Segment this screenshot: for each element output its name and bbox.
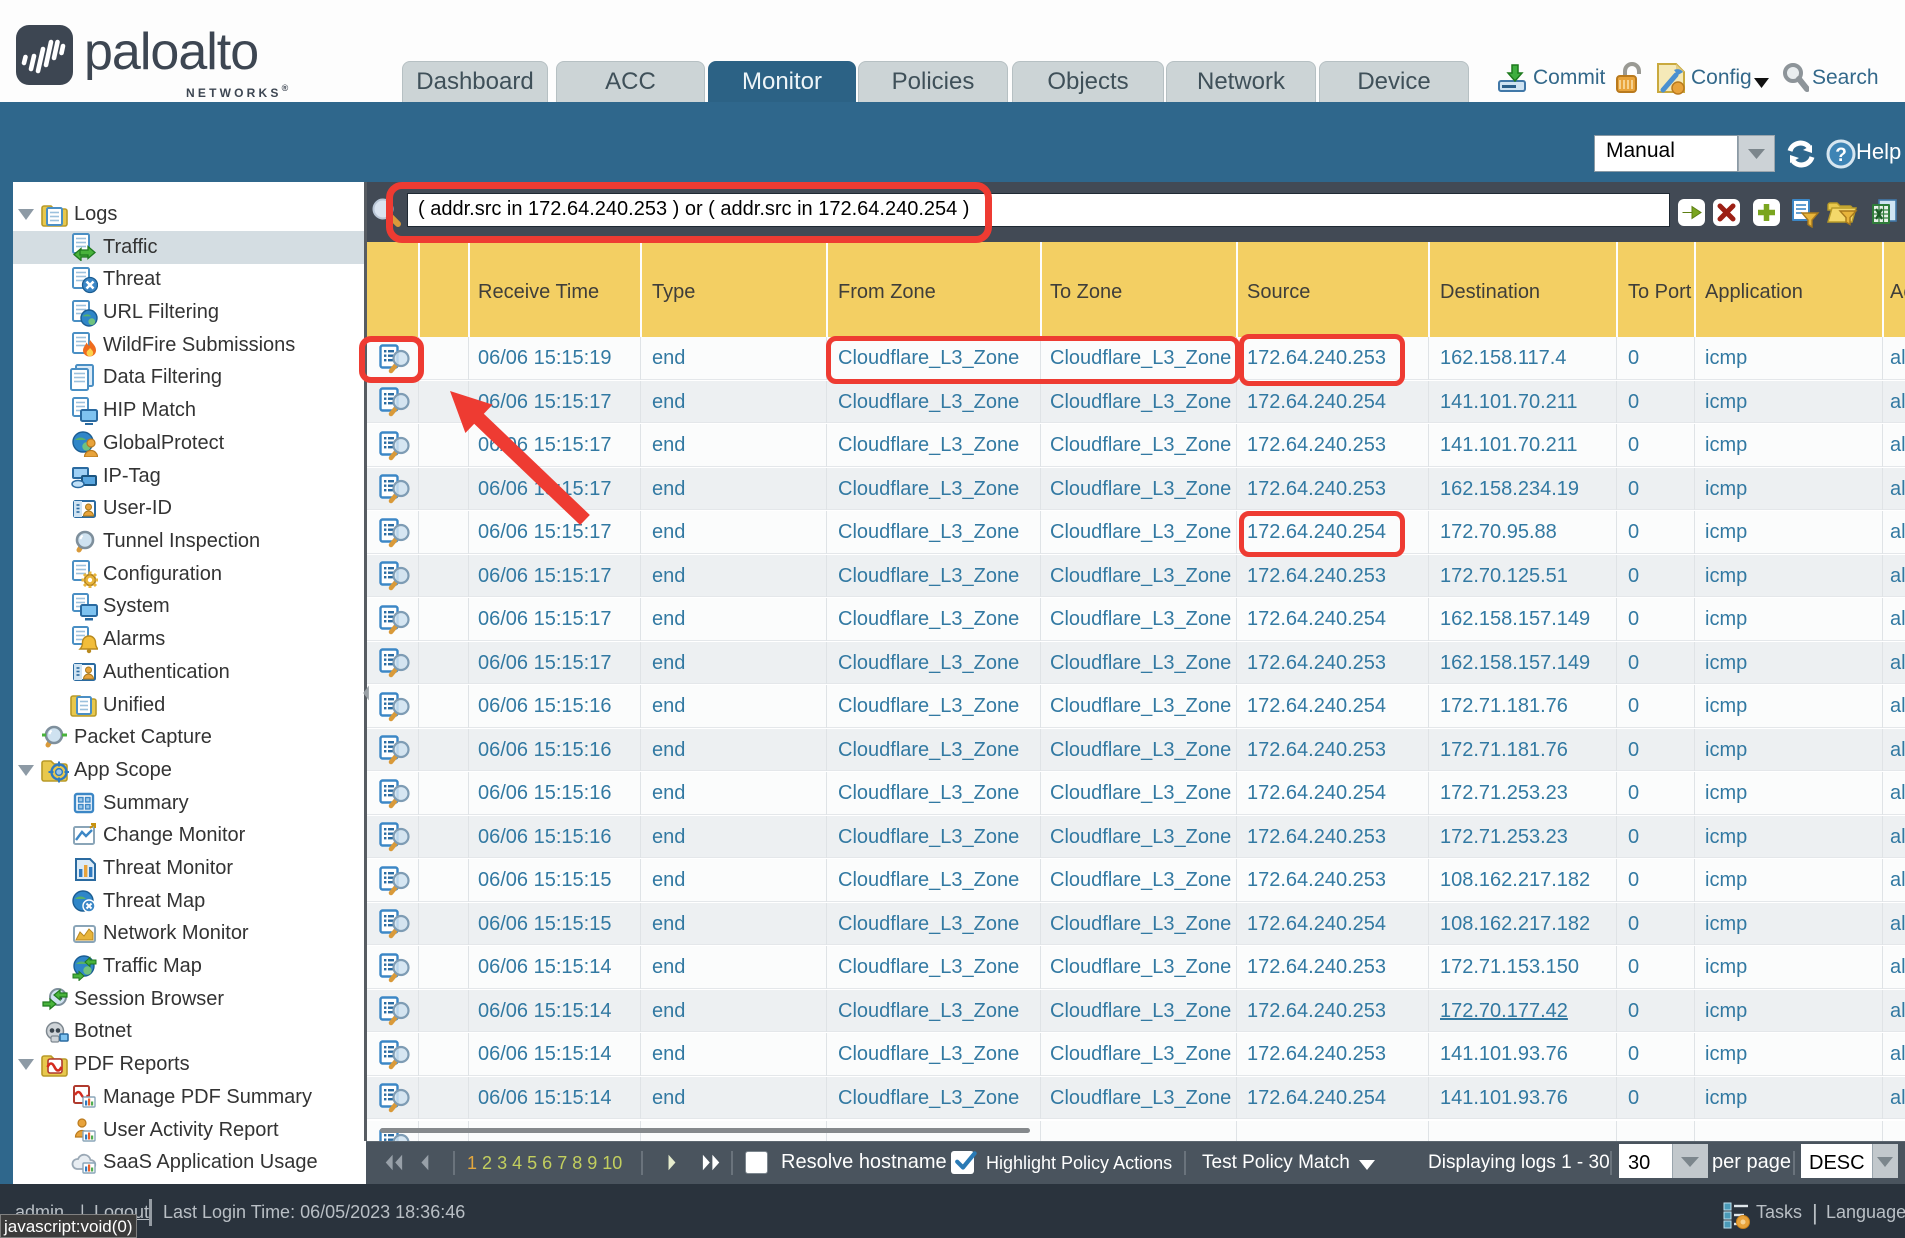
svg-text:?: ? [1835,145,1847,166]
